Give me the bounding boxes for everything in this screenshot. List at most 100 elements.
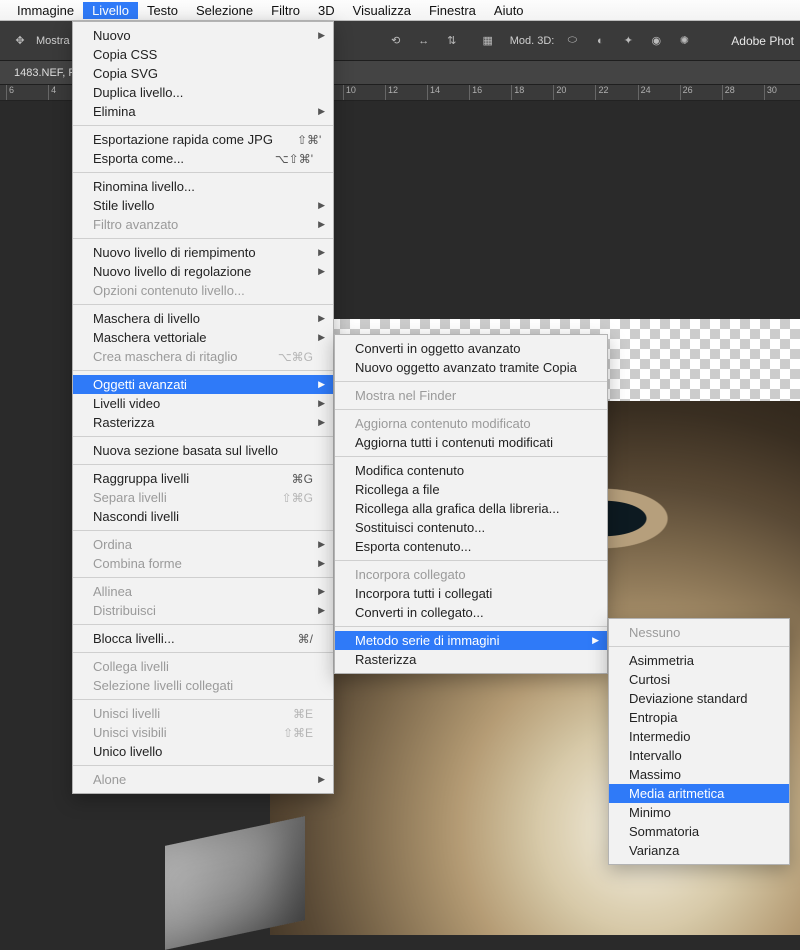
submenu-metodo-item[interactable]: Curtosi [609, 670, 789, 689]
menu-item-label: Rasterizza [355, 652, 587, 667]
menu-livello-item: Ordina [73, 535, 333, 554]
tb-icon-4[interactable]: ▦ [476, 29, 500, 53]
submenu-oggetti-item[interactable]: Sostituisci contenuto... [335, 518, 607, 537]
submenu-oggetti-item[interactable]: Ricollega a file [335, 480, 607, 499]
menu-item-label: Combina forme [93, 556, 313, 571]
submenu-metodo-item[interactable]: Asimmetria [609, 651, 789, 670]
submenu-metodo-item[interactable]: Intervallo [609, 746, 789, 765]
menu-livello-item[interactable]: Rasterizza [73, 413, 333, 432]
menu-livello-item: Selezione livelli collegati [73, 676, 333, 695]
menu-separator [73, 464, 333, 465]
submenu-metodo-item[interactable]: Sommatoria [609, 822, 789, 841]
menu-item-label: Alone [93, 772, 313, 787]
menu-livello-item[interactable]: Maschera di livello [73, 309, 333, 328]
tb-icon-2[interactable]: ↔ [412, 29, 436, 53]
tb3d-3[interactable]: ✦ [616, 29, 640, 53]
menu-item-label: Rinomina livello... [93, 179, 313, 194]
menu-livello-item[interactable]: Copia CSS [73, 45, 333, 64]
menu-livello-item[interactable]: Esporta come...⌥⇧⌘' [73, 149, 333, 168]
submenu-oggetti-item[interactable]: Esporta contenuto... [335, 537, 607, 556]
menu-item-label: Asimmetria [629, 653, 769, 668]
submenu-metodo-serie: NessunoAsimmetriaCurtosiDeviazione stand… [608, 618, 790, 865]
menubar-item-visualizza[interactable]: Visualizza [344, 2, 420, 19]
menu-livello-item[interactable]: Elimina [73, 102, 333, 121]
menu-livello-item[interactable]: Nuovo [73, 26, 333, 45]
menu-separator [73, 238, 333, 239]
menu-separator [73, 370, 333, 371]
menu-item-label: Incorpora tutti i collegati [355, 586, 587, 601]
menu-livello-item[interactable]: Rinomina livello... [73, 177, 333, 196]
submenu-metodo-item[interactable]: Massimo [609, 765, 789, 784]
menu-livello-item[interactable]: Nuovo livello di riempimento [73, 243, 333, 262]
menu-item-label: Nuova sezione basata sul livello [93, 443, 313, 458]
menubar-item-immagine[interactable]: Immagine [8, 2, 83, 19]
tb3d-4[interactable]: ◉ [644, 29, 668, 53]
submenu-metodo-item[interactable]: Intermedio [609, 727, 789, 746]
tb-icon-3[interactable]: ⇅ [440, 29, 464, 53]
menu-item-label: Oggetti avanzati [93, 377, 313, 392]
menu-livello-item[interactable]: Copia SVG [73, 64, 333, 83]
menu-livello-item[interactable]: Nascondi livelli [73, 507, 333, 526]
submenu-oggetti-item[interactable]: Converti in collegato... [335, 603, 607, 622]
menubar-item-3d[interactable]: 3D [309, 2, 344, 19]
menu-item-label: Separa livelli [93, 490, 258, 505]
submenu-metodo-item[interactable]: Entropia [609, 708, 789, 727]
menu-item-label: Crea maschera di ritaglio [93, 349, 254, 364]
menu-livello-item[interactable]: Unico livello [73, 742, 333, 761]
menu-item-label: Duplica livello... [93, 85, 313, 100]
menu-livello-item[interactable]: Esportazione rapida come JPG⇧⌘' [73, 130, 333, 149]
submenu-metodo-item[interactable]: Minimo [609, 803, 789, 822]
menu-livello-item[interactable]: Stile livello [73, 196, 333, 215]
tool-icon[interactable]: ✥ [8, 29, 32, 53]
menubar-item-livello[interactable]: Livello [83, 2, 138, 19]
submenu-metodo-item[interactable]: Media aritmetica [609, 784, 789, 803]
menu-separator [335, 381, 607, 382]
menu-livello-item[interactable]: Raggruppa livelli⌘G [73, 469, 333, 488]
menu-item-label: Sostituisci contenuto... [355, 520, 587, 535]
menu-item-label: Raggruppa livelli [93, 471, 268, 486]
submenu-oggetti-item[interactable]: Converti in oggetto avanzato [335, 339, 607, 358]
menubar-item-finestra[interactable]: Finestra [420, 2, 485, 19]
tb3d-1[interactable]: ⬭ [560, 29, 584, 53]
tb3d-5[interactable]: ✺ [672, 29, 696, 53]
menu-item-label: Maschera vettoriale [93, 330, 313, 345]
menu-separator [73, 577, 333, 578]
menu-item-label: Incorpora collegato [355, 567, 587, 582]
menu-item-label: Intermedio [629, 729, 769, 744]
menu-item-shortcut: ⌘G [268, 472, 313, 486]
menu-livello-item[interactable]: Blocca livelli...⌘/ [73, 629, 333, 648]
menu-separator [609, 646, 789, 647]
menu-item-label: Mostra nel Finder [355, 388, 587, 403]
app-name: Adobe Phot [731, 34, 794, 48]
menubar-item-testo[interactable]: Testo [138, 2, 187, 19]
menu-livello-item: Distribuisci [73, 601, 333, 620]
menubar-item-filtro[interactable]: Filtro [262, 2, 309, 19]
menu-livello-item[interactable]: Oggetti avanzati [73, 375, 333, 394]
submenu-metodo-item[interactable]: Varianza [609, 841, 789, 860]
submenu-oggetti-item[interactable]: Incorpora tutti i collegati [335, 584, 607, 603]
menu-livello-item: Unisci visibili⇧⌘E [73, 723, 333, 742]
submenu-oggetti-item[interactable]: Metodo serie di immagini [335, 631, 607, 650]
submenu-oggetti-item[interactable]: Nuovo oggetto avanzato tramite Copia [335, 358, 607, 377]
menu-livello-item[interactable]: Livelli video [73, 394, 333, 413]
ruler-tick: 24 [638, 85, 651, 101]
menu-livello-item[interactable]: Maschera vettoriale [73, 328, 333, 347]
submenu-oggetti-item[interactable]: Ricollega alla grafica della libreria... [335, 499, 607, 518]
menu-item-label: Massimo [629, 767, 769, 782]
submenu-oggetti-item[interactable]: Aggiorna tutti i contenuti modificati [335, 433, 607, 452]
menu-item-label: Sommatoria [629, 824, 769, 839]
menu-livello-item[interactable]: Nuova sezione basata sul livello [73, 441, 333, 460]
menubar-item-aiuto[interactable]: Aiuto [485, 2, 533, 19]
menu-item-label: Filtro avanzato [93, 217, 313, 232]
submenu-oggetti-item[interactable]: Rasterizza [335, 650, 607, 669]
ruler-tick: 6 [6, 85, 14, 101]
tb-icon-1[interactable]: ⟲ [384, 29, 408, 53]
menubar-item-selezione[interactable]: Selezione [187, 2, 262, 19]
menu-livello-item[interactable]: Nuovo livello di regolazione [73, 262, 333, 281]
menu-livello-item: Crea maschera di ritaglio⌥⌘G [73, 347, 333, 366]
submenu-oggetti-item[interactable]: Modifica contenuto [335, 461, 607, 480]
menu-livello-item[interactable]: Duplica livello... [73, 83, 333, 102]
submenu-metodo-item[interactable]: Deviazione standard [609, 689, 789, 708]
menu-separator [73, 765, 333, 766]
tb3d-2[interactable]: ◐ [588, 29, 612, 53]
